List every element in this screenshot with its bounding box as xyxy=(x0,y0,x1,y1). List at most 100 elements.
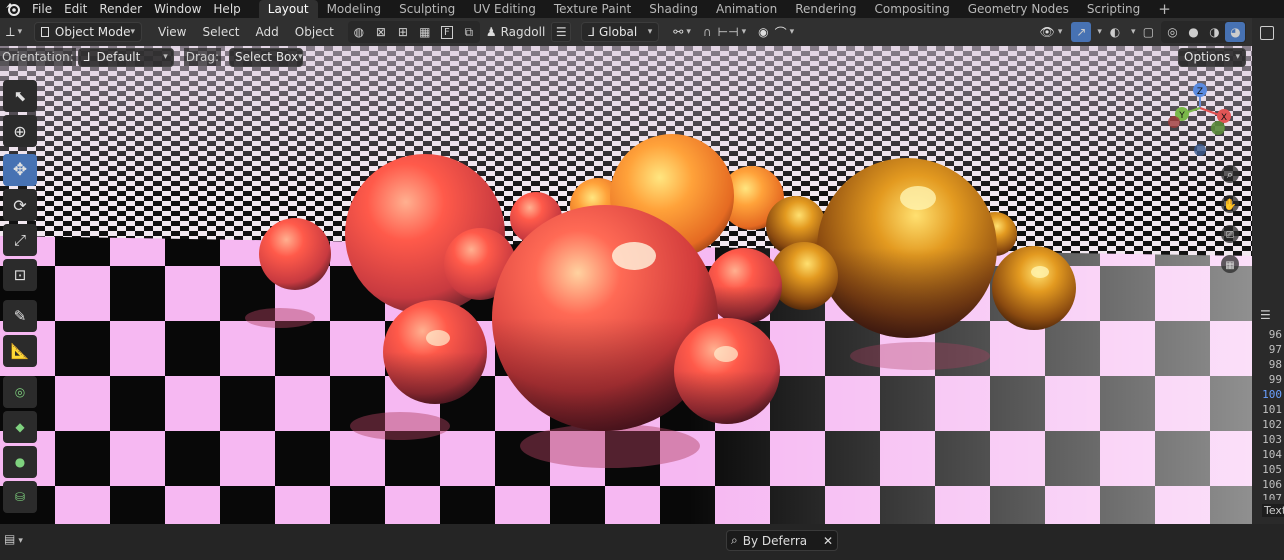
cylinder-icon: ⛁ xyxy=(14,490,26,504)
editor-type-dropdown[interactable]: ▤ ▾ xyxy=(4,532,23,546)
filter-text: By Deferra xyxy=(742,533,808,548)
tab-rendering[interactable]: Rendering xyxy=(786,0,865,18)
search-icon: ⌕ xyxy=(731,533,738,547)
tool-settings-bar: Orientation: ⅃ Default ▾ Drag: Select Bo… xyxy=(0,46,1252,68)
blender-logo-icon[interactable] xyxy=(0,0,26,18)
left-toolbar: ⬉ ⊕ ✥ ⟳ ⤢ ⊡ ✎ 📐 ◎ ◆ ● ⛁ xyxy=(0,80,40,524)
snap-f-icon[interactable]: F xyxy=(437,22,457,42)
scale-tool[interactable]: ⤢ xyxy=(3,224,37,256)
visibility-button[interactable]: 👁 ▾ xyxy=(1034,22,1069,42)
snap-button[interactable]: ∩ ⊢⊣ ▾ xyxy=(697,22,752,42)
torus-icon: ◎ xyxy=(14,385,26,399)
add-menu[interactable]: Add xyxy=(250,22,285,42)
clear-filter-icon[interactable]: ✕ xyxy=(823,534,833,548)
layers-icon[interactable]: ⧉ xyxy=(459,22,479,42)
add-torus-tool[interactable]: ◎ xyxy=(3,376,37,408)
pan-hand-icon[interactable]: ✋ xyxy=(1221,195,1239,213)
ragdoll-button[interactable]: ♟ Ragdoll xyxy=(480,22,551,42)
tab-compositing[interactable]: Compositing xyxy=(865,0,958,18)
frame-number: 98 xyxy=(1268,358,1282,371)
tab-animation[interactable]: Animation xyxy=(707,0,786,18)
filter-field[interactable]: ⌕ By Deferra ✕ xyxy=(726,530,838,551)
svg-text:✋: ✋ xyxy=(1223,198,1237,211)
tab-modeling[interactable]: Modeling xyxy=(318,0,391,18)
overlay-toggle-icon[interactable]: ◐ xyxy=(1105,22,1125,42)
mode-dropdown[interactable]: Object Mode ▾ xyxy=(34,22,142,42)
orientation-value: Default xyxy=(96,50,141,64)
measure-tool[interactable]: 📐 xyxy=(3,335,37,367)
options-dropdown[interactable]: Options ▾ xyxy=(1178,47,1246,67)
rendered-shading-icon[interactable]: ◕ xyxy=(1225,22,1246,42)
tab-sculpting[interactable]: Sculpting xyxy=(390,0,464,18)
3d-viewport[interactable] xyxy=(0,46,1252,524)
select-box-tool[interactable]: ⬉ xyxy=(3,80,37,112)
tab-layout[interactable]: Layout xyxy=(258,0,318,18)
transform-orientation-dropdown[interactable]: ⅃ Global ▾ xyxy=(581,22,660,42)
tab-texture-paint[interactable]: Texture Paint xyxy=(545,0,640,18)
editor-type-button[interactable]: ⟂ ▾ xyxy=(0,22,34,42)
orientation-dropdown[interactable]: ⅃ Default ▾ xyxy=(77,47,174,67)
tab-geometry-nodes[interactable]: Geometry Nodes xyxy=(959,0,1078,18)
tab-uv-editing[interactable]: UV Editing xyxy=(464,0,545,18)
annotate-tool[interactable]: ✎ xyxy=(3,300,37,332)
text-label: Text xyxy=(1262,504,1284,517)
add-workspace-button[interactable]: + xyxy=(1149,0,1180,18)
frame-number: 103 xyxy=(1262,433,1282,446)
transform-tool[interactable]: ⊡ xyxy=(3,259,37,291)
eye-icon: 👁 xyxy=(1039,25,1055,39)
pencil-icon: ✎ xyxy=(13,307,27,325)
current-frame-number[interactable]: 100 xyxy=(1252,388,1282,401)
overlay-dropdown-icon[interactable]: ▾ xyxy=(1131,27,1136,37)
proportional-icon: ◉ xyxy=(758,25,769,39)
view-menu[interactable]: View xyxy=(152,22,192,42)
ruler-icon: 📐 xyxy=(10,342,30,360)
mesh-icon[interactable]: ⊞ xyxy=(393,22,413,42)
drag-dropdown[interactable]: Select Box ▾ xyxy=(228,47,303,67)
crosshair-icon: ⊕ xyxy=(13,121,27,141)
axes-icon: ⟂ xyxy=(6,24,15,40)
material-shading-icon[interactable]: ◑ xyxy=(1204,22,1224,42)
pivot-point-button[interactable]: ⚯ ▾ xyxy=(667,22,697,42)
mode-label: Object Mode xyxy=(54,25,131,39)
svg-text:⌕: ⌕ xyxy=(1227,168,1233,181)
drag-value: Select Box xyxy=(234,50,299,64)
tab-scripting[interactable]: Scripting xyxy=(1078,0,1149,18)
xray-icon[interactable]: ▢ xyxy=(1138,22,1158,42)
gizmo-toggle-icon[interactable]: ↗ xyxy=(1071,22,1092,42)
zoom-icon[interactable]: ⌕ xyxy=(1221,165,1239,183)
options-label: Options xyxy=(1184,50,1231,64)
menu-help[interactable]: Help xyxy=(207,0,246,18)
tab-shading[interactable]: Shading xyxy=(640,0,707,18)
menu-render[interactable]: Render xyxy=(93,0,148,18)
list-icon[interactable]: ☰ xyxy=(1260,308,1271,322)
menu-window[interactable]: Window xyxy=(148,0,207,18)
rotate-tool[interactable]: ⟳ xyxy=(3,189,37,221)
grid-snap-icon[interactable]: ⊠ xyxy=(371,22,391,42)
viewport-header: ⟂ ▾ Object Mode ▾ View Select Add Object ◍… xyxy=(0,18,1284,46)
proportional-edit-button[interactable]: ◉ ⌒ ▾ xyxy=(752,22,800,42)
navigation-gizmo[interactable]: Z X Y ⌕ ✋ ⎚ ▦ xyxy=(1160,76,1244,280)
rendered-scene xyxy=(0,46,1252,524)
perspective-grid-icon[interactable]: ▦ xyxy=(1221,255,1239,273)
move-tool[interactable]: ✥ xyxy=(3,154,37,186)
panel-toggle-icon[interactable] xyxy=(1260,26,1274,40)
gizmo-x-label: X xyxy=(1221,113,1227,123)
menu-edit[interactable]: Edit xyxy=(58,0,93,18)
object-menu[interactable]: Object xyxy=(289,22,340,42)
hamburger-menu-icon[interactable]: ☰ xyxy=(551,22,572,42)
falloff-icon: ⌒ xyxy=(774,25,787,40)
cursor-tool[interactable]: ⊕ xyxy=(3,115,37,147)
add-cylinder-tool[interactable]: ⛁ xyxy=(3,481,37,513)
sphere-icon: ● xyxy=(14,455,26,469)
checker-icon[interactable]: ▦ xyxy=(415,22,435,42)
camera-icon[interactable]: ⎚ xyxy=(1221,225,1239,243)
add-cube-tool[interactable]: ◆ xyxy=(3,411,37,443)
move-arrows-icon: ✥ xyxy=(12,160,28,180)
solid-shading-icon[interactable]: ● xyxy=(1183,22,1203,42)
globe-icon[interactable]: ◍ xyxy=(349,22,369,42)
wireframe-shading-icon[interactable]: ◎ xyxy=(1162,22,1182,42)
menu-file[interactable]: File xyxy=(26,0,58,18)
select-menu[interactable]: Select xyxy=(196,22,245,42)
gizmo-dropdown-icon[interactable]: ▾ xyxy=(1097,27,1102,37)
add-sphere-tool[interactable]: ● xyxy=(3,446,37,478)
